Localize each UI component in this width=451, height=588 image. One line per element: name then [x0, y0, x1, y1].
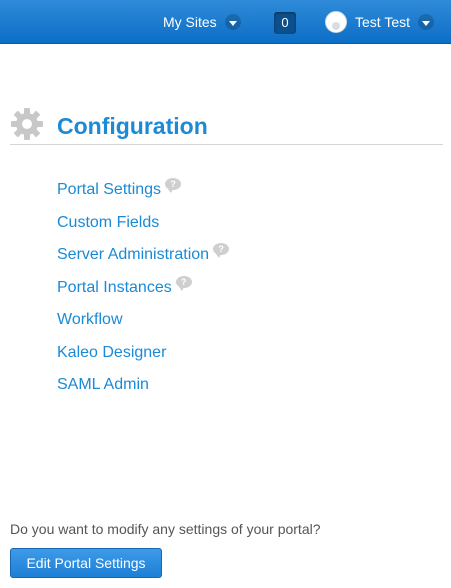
- notification-count-badge[interactable]: 0: [274, 12, 296, 34]
- edit-portal-settings-button[interactable]: Edit Portal Settings: [10, 548, 162, 578]
- configuration-links-list: Portal Settings ? Custom Fields Server A…: [57, 178, 230, 409]
- link-kaleo-designer[interactable]: Kaleo Designer: [57, 344, 229, 377]
- link-label: Custom Fields: [57, 213, 160, 231]
- gear-icon: [11, 108, 43, 140]
- link-label: Server Administration: [57, 246, 210, 263]
- link-workflow[interactable]: Workflow: [57, 311, 229, 344]
- chevron-down-icon: [224, 14, 241, 30]
- link-saml-admin[interactable]: SAML Admin: [57, 376, 229, 409]
- top-navigation-bar: My Sites 0 Test Test: [0, 0, 451, 44]
- my-sites-menu[interactable]: My Sites: [163, 0, 241, 44]
- link-label: Kaleo Designer: [57, 343, 167, 361]
- page-title: Configuration: [57, 113, 208, 139]
- modify-settings-question: Do you want to modify any settings of yo…: [10, 521, 321, 537]
- page-header: Configuration: [10, 107, 443, 145]
- link-custom-fields[interactable]: Custom Fields: [57, 214, 229, 247]
- link-label: SAML Admin: [57, 376, 149, 393]
- link-label: Workflow: [57, 311, 123, 328]
- link-label: Portal Settings: [57, 181, 162, 198]
- link-label: Portal Instances: [57, 278, 172, 296]
- help-icon[interactable]: ?: [165, 178, 182, 193]
- chevron-down-icon: [418, 14, 434, 30]
- user-menu[interactable]: Test Test: [325, 0, 434, 44]
- link-portal-settings[interactable]: Portal Settings ?: [57, 178, 229, 214]
- user-icon: [332, 22, 340, 30]
- my-sites-label: My Sites: [163, 14, 217, 30]
- help-icon[interactable]: ?: [175, 275, 192, 291]
- link-portal-instances[interactable]: Portal Instances ?: [57, 275, 229, 312]
- link-server-administration[interactable]: Server Administration ?: [57, 243, 230, 279]
- avatar: [325, 11, 347, 33]
- help-icon[interactable]: ?: [213, 243, 230, 258]
- user-name: Test Test: [355, 14, 410, 30]
